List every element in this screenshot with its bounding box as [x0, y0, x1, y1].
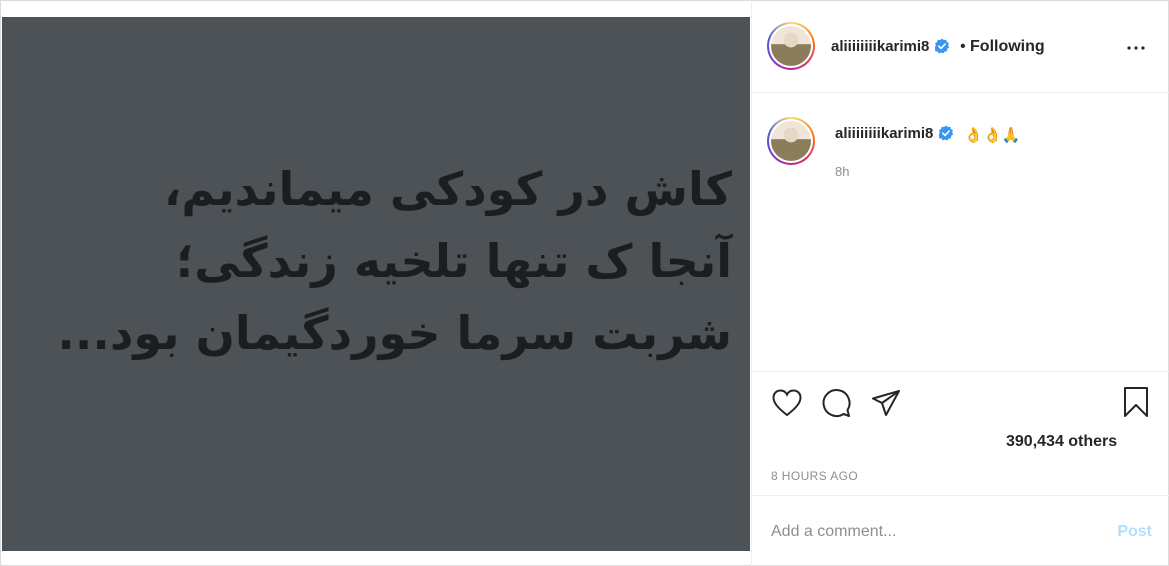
- share-button[interactable]: [870, 387, 902, 419]
- paper-plane-icon: [872, 390, 900, 416]
- comment-bar: Post: [752, 495, 1169, 566]
- verified-badge-icon: [934, 38, 949, 54]
- header-user-row: aliiiiiiiikarimi8 • Following: [831, 38, 1045, 56]
- post-comment-button[interactable]: Post: [1117, 523, 1152, 541]
- post-header: aliiiiiiiikarimi8 • Following: [752, 2, 1169, 93]
- comment-button[interactable]: [820, 387, 852, 419]
- post-modal: کاش در کودکی میماندیم، آنجا ک تنها تلخیه…: [0, 0, 1169, 566]
- avatar-image: [771, 26, 811, 66]
- image-text-line: شربت سرما خوردگیمان بود...: [57, 306, 732, 360]
- image-text-line: آنجا ک تنها تلخیه زندگی؛: [175, 234, 732, 288]
- verified-badge-icon: [938, 125, 953, 141]
- like-button[interactable]: [771, 387, 803, 419]
- heart-icon: [772, 389, 802, 417]
- separator-dot: •: [960, 38, 966, 55]
- author-avatar[interactable]: [767, 22, 815, 70]
- caption-time[interactable]: 8h: [835, 164, 849, 179]
- following-button[interactable]: Following: [970, 38, 1045, 55]
- post-side-panel: aliiiiiiiikarimi8 • Following aliiiiiiii…: [751, 2, 1169, 566]
- likes-count[interactable]: 390,434 others: [1006, 433, 1117, 451]
- comment-input[interactable]: [771, 520, 1071, 544]
- caption-avatar[interactable]: [767, 117, 815, 165]
- post-image[interactable]: کاش در کودکی میماندیم، آنجا ک تنها تلخیه…: [2, 17, 750, 551]
- caption-text: 👌👌🙏: [964, 127, 1021, 144]
- author-username[interactable]: aliiiiiiiikarimi8: [831, 38, 929, 55]
- post-image-text: کاش در کودکی میماندیم، آنجا ک تنها تلخیه…: [42, 153, 732, 369]
- posted-time[interactable]: 8 HOURS AGO: [771, 469, 858, 483]
- comment-icon: [822, 389, 851, 417]
- ellipsis-icon: [1127, 46, 1145, 50]
- more-options-icon[interactable]: [1124, 36, 1148, 60]
- avatar-image: [771, 121, 811, 161]
- image-text-line: کاش در کودکی میماندیم،: [163, 162, 732, 216]
- caption-username[interactable]: aliiiiiiiikarimi8: [835, 125, 933, 142]
- caption-row: aliiiiiiiikarimi8 👌👌🙏: [835, 125, 1020, 144]
- bookmark-icon: [1124, 387, 1148, 417]
- save-button[interactable]: [1120, 386, 1152, 418]
- post-actions: 390,434 others 8 HOURS AGO: [752, 371, 1169, 495]
